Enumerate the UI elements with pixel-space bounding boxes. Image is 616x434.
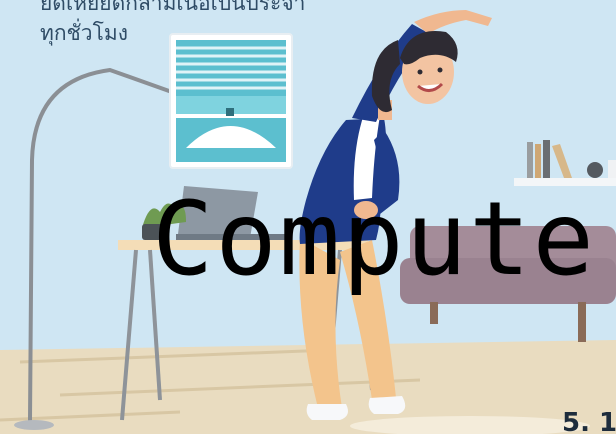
overlay-word: Compute xyxy=(152,180,596,299)
footer-number: 5. 1 xyxy=(562,408,616,434)
illustration-canvas: ยืดเหยียดกล้ามเนื้อเป็นประจำ ทุกชั่วโมง … xyxy=(0,0,616,434)
window-blinds-icon xyxy=(169,33,293,169)
caption-text: ยืดเหยียดกล้ามเนื้อเป็นประจำ ทุกชั่วโมง xyxy=(40,0,400,48)
caption-line-2: ทุกชั่วโมง xyxy=(40,21,128,45)
caption-line-1: ยืดเหยียดกล้ามเนื้อเป็นประจำ xyxy=(40,0,306,15)
